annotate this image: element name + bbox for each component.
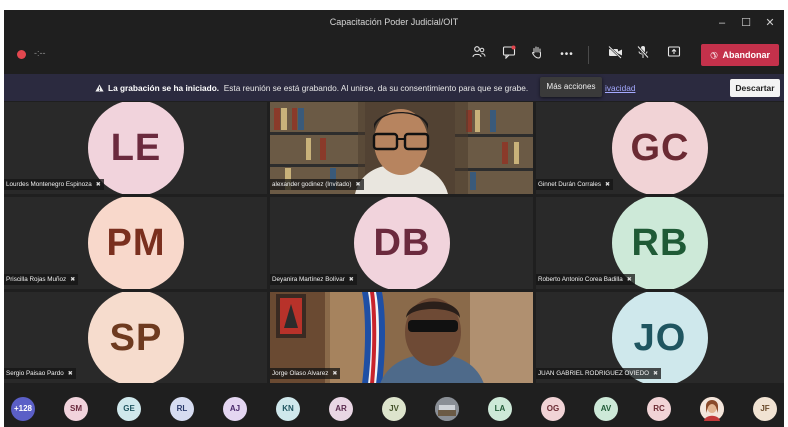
mic-off-icon[interactable] [632,44,654,66]
participant-tile[interactable]: JO JUAN GABRIEL RODRIGUEZ OVIEDO ✖ [536,292,784,383]
participant-name: Jorge Olaso Alvarez [272,370,329,377]
banner-message: La grabación se ha iniciado. Esta reunió… [95,83,528,93]
mic-muted-icon: ✖ [70,277,76,283]
participant-mini-avatar[interactable]: AV [594,397,618,421]
leave-button-label: Abandonar [722,50,771,60]
banner-text: Esta reunión se está grabando. Al unirse… [223,83,529,93]
meeting-toolbar: -:-- ••• ✆ Abandonar [4,36,784,74]
more-actions-tooltip: Más acciones [540,77,602,97]
people-icon[interactable] [468,44,490,66]
window-title: Capacitación Poder Judicial/OIT [329,17,459,27]
participant-name: Lourdes Montenegro Espinoza [6,181,92,188]
participant-name-tag: Deyanira Martínez Bolívar ✖ [270,274,357,285]
participant-mini-avatar[interactable]: KN [276,397,300,421]
mic-muted-icon: ✖ [332,371,338,377]
participant-mini-avatar[interactable]: JV [382,397,406,421]
mic-muted-icon: ✖ [605,182,611,188]
participant-mini-photo[interactable] [700,397,724,421]
participant-name-tag: Sergio Paisao Pardo ✖ [4,368,76,379]
minimize-button[interactable]: – [711,14,733,32]
participant-name: Ginnet Durán Corrales [538,181,601,188]
mic-muted-icon: ✖ [355,182,361,188]
participant-mini-photo[interactable] [435,397,459,421]
phone-hangup-icon: ✆ [707,48,720,62]
participant-mini-avatar[interactable]: GE [117,397,141,421]
participant-tile[interactable]: LE Lourdes Montenegro Espinoza ✖ [4,102,267,194]
participant-name-tag: Priscilla Rojas Muñoz ✖ [4,274,79,285]
participant-strip: +128 SM GE RL AJ KN AR JV LA OG AV RC JF [4,392,784,427]
participant-mini-avatar[interactable]: RC [647,397,671,421]
maximize-button[interactable]: ☐ [735,14,757,32]
participant-tile[interactable]: RB Roberto Antonio Corea Badilla ✖ [536,197,784,289]
share-tray-icon[interactable] [663,44,685,66]
participant-name: Sergio Paisao Pardo [6,370,64,377]
mic-muted-icon: ✖ [67,371,73,377]
warning-icon [95,84,104,92]
participant-mini-avatar[interactable]: RL [170,397,194,421]
participant-name-tag: alexander godinez (Invitado) ✖ [270,179,364,190]
participant-avatar: SP [88,292,184,383]
mic-muted-icon: ✖ [626,277,632,283]
participant-name-tag: JUAN GABRIEL RODRIGUEZ OVIEDO ✖ [536,368,662,379]
participant-mini-avatar[interactable]: JF [753,397,777,421]
participant-mini-avatar[interactable]: AJ [223,397,247,421]
participant-name: Roberto Antonio Corea Badilla [538,276,623,283]
privacy-policy-link[interactable]: ivacidad [605,83,635,93]
participant-name: Priscilla Rojas Muñoz [6,276,67,283]
meeting-timer: -:-- [34,48,46,58]
participant-name-tag: Jorge Olaso Alvarez ✖ [270,368,341,379]
leave-button[interactable]: ✆ Abandonar [701,44,779,66]
participant-name: alexander godinez (Invitado) [272,181,352,188]
recording-indicator-icon [17,50,26,59]
participant-mini-avatar[interactable]: LA [488,397,512,421]
participant-mini-avatar[interactable]: OG [541,397,565,421]
participant-name: JUAN GABRIEL RODRIGUEZ OVIEDO [538,370,650,377]
participant-name: Deyanira Martínez Bolívar [272,276,345,283]
dismiss-button[interactable]: Descartar [730,79,780,97]
camera-off-icon[interactable] [604,44,626,66]
participant-tile[interactable]: alexander godinez (Invitado) ✖ [270,102,533,194]
mic-muted-icon: ✖ [348,277,354,283]
mic-muted-icon: ✖ [95,182,101,188]
title-bar: Capacitación Poder Judicial/OIT – ☐ ✕ [4,10,784,36]
chat-icon[interactable] [498,44,520,66]
participant-name-tag: Ginnet Durán Corrales ✖ [536,179,614,190]
banner-title: La grabación se ha iniciado. [108,83,220,93]
toolbar-divider [588,46,589,64]
raise-hand-icon[interactable] [526,44,548,66]
more-participants-button[interactable]: +128 [11,397,35,421]
participant-tile[interactable]: PM Priscilla Rojas Muñoz ✖ [4,197,267,289]
participant-avatar: PM [88,197,184,289]
close-button[interactable]: ✕ [759,14,781,32]
more-actions-button[interactable]: ••• [556,44,578,66]
participant-avatar: GC [612,102,708,194]
mic-muted-icon: ✖ [653,371,659,377]
recording-banner: La grabación se ha iniciado. Esta reunió… [4,74,784,101]
participant-tile[interactable]: DB Deyanira Martínez Bolívar ✖ [270,197,533,289]
participant-tile[interactable]: Jorge Olaso Alvarez ✖ [270,292,533,383]
participant-name-tag: Lourdes Montenegro Espinoza ✖ [4,179,104,190]
participant-tile[interactable]: GC Ginnet Durán Corrales ✖ [536,102,784,194]
teams-meeting-window: Capacitación Poder Judicial/OIT – ☐ ✕ -:… [4,10,784,427]
participant-tile[interactable]: SP Sergio Paisao Pardo ✖ [4,292,267,383]
participant-avatar: DB [354,197,450,289]
participant-mini-avatar[interactable]: AR [329,397,353,421]
participant-mini-avatar[interactable]: SM [64,397,88,421]
participant-name-tag: Roberto Antonio Corea Badilla ✖ [536,274,635,285]
